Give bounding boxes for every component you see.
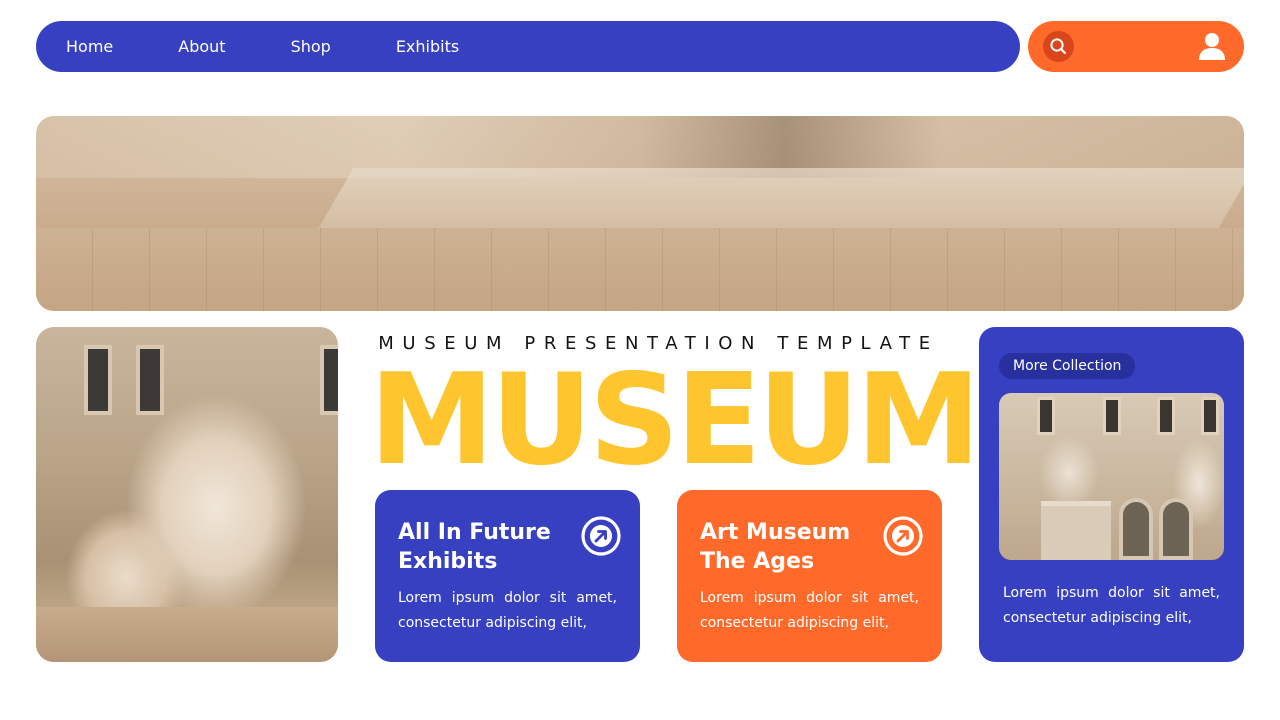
arrow-up-right-circle-icon[interactable] — [883, 516, 923, 556]
user-button[interactable] — [1198, 32, 1226, 61]
collection-description: Lorem ipsum dolor sit amet, consectetur … — [1003, 585, 1220, 626]
main-nav: Home About Shop Exhibits — [36, 21, 1020, 72]
nav-item-home[interactable]: Home — [66, 37, 113, 56]
utility-bar — [1028, 21, 1244, 72]
more-collection-button[interactable]: More Collection — [999, 353, 1136, 379]
hero-museum-photo — [36, 116, 1244, 311]
search-button[interactable] — [1043, 31, 1074, 62]
search-icon — [1050, 38, 1067, 55]
statue-photo — [36, 327, 338, 662]
nav-item-exhibits[interactable]: Exhibits — [396, 37, 459, 56]
card-description: Lorem ipsum dolor sit amet, consectetur … — [700, 590, 919, 631]
card-title: All In Future Exhibits — [398, 520, 551, 574]
art-ages-card[interactable]: Art Museum The Ages Lorem ipsum dolor si… — [677, 490, 942, 662]
nav-item-shop[interactable]: Shop — [291, 37, 331, 56]
page-title: MUSEUM — [369, 346, 981, 493]
user-icon — [1199, 33, 1225, 60]
arrow-up-right-circle-icon[interactable] — [581, 516, 621, 556]
collection-photo — [999, 393, 1224, 560]
nav-item-about[interactable]: About — [178, 37, 225, 56]
future-exhibits-card[interactable]: All In Future Exhibits Lorem ipsum dolor… — [375, 490, 640, 662]
card-description: Lorem ipsum dolor sit amet, consectetur … — [398, 590, 617, 631]
card-title: Art Museum The Ages — [700, 520, 851, 574]
